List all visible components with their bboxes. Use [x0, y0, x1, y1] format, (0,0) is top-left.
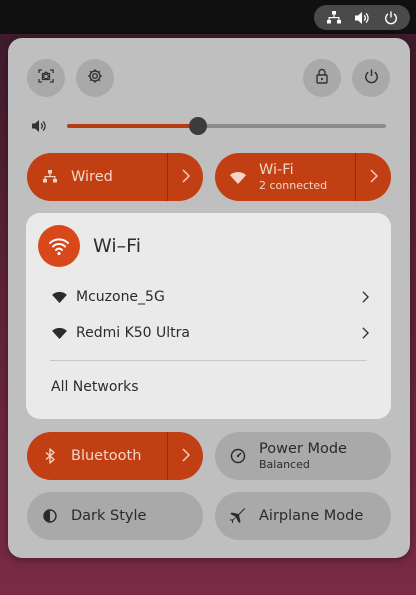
- wifi-submenu: Wi–Fi Mcuzone_5G Redmi K50 Ultra All Net…: [26, 213, 391, 419]
- power-mode-value: Balanced: [259, 457, 310, 471]
- screenshot-icon: [38, 68, 54, 88]
- divider: [50, 360, 367, 361]
- dark-style-toggle-main[interactable]: Dark Style: [27, 492, 203, 540]
- volume-slider[interactable]: [67, 117, 386, 135]
- lock-button[interactable]: [303, 59, 341, 97]
- dark-style-icon: [41, 507, 59, 525]
- settings-button[interactable]: [76, 59, 114, 97]
- dark-style-label: Dark Style: [71, 507, 147, 524]
- wired-menu-arrow[interactable]: [167, 153, 203, 201]
- network-item[interactable]: Redmi K50 Ultra: [38, 318, 379, 348]
- power-mode-label: Power Mode: [259, 440, 347, 457]
- airplane-icon: [229, 507, 247, 525]
- network-name: Redmi K50 Ultra: [76, 325, 190, 341]
- wifi-status: 2 connected: [259, 178, 328, 192]
- network-name: Mcuzone_5G: [76, 289, 165, 305]
- wifi-signal-icon: [52, 289, 68, 305]
- lock-icon: [315, 68, 329, 88]
- bluetooth-menu-arrow[interactable]: [167, 432, 203, 480]
- volume-icon: [353, 9, 371, 27]
- bluetooth-label: Bluetooth: [71, 447, 142, 464]
- power-mode-toggle[interactable]: Power Mode Balanced: [215, 432, 391, 480]
- wifi-label: Wi-Fi: [259, 161, 294, 178]
- top-bar: [0, 0, 416, 34]
- bluetooth-toggle-main[interactable]: Bluetooth: [27, 432, 167, 480]
- volume-slider-row: [32, 115, 392, 137]
- airplane-mode-toggle-main[interactable]: Airplane Mode: [215, 492, 391, 540]
- wifi-signal-icon: [52, 325, 68, 341]
- wired-label: Wired: [71, 168, 113, 185]
- wifi-toggle[interactable]: Wi-Fi 2 connected: [215, 153, 391, 201]
- chevron-right-icon: [357, 325, 373, 341]
- screenshot-button[interactable]: [27, 59, 65, 97]
- power-icon: [382, 9, 400, 27]
- airplane-mode-toggle[interactable]: Airplane Mode: [215, 492, 391, 540]
- chevron-right-icon: [182, 447, 190, 466]
- power-mode-toggle-main[interactable]: Power Mode Balanced: [215, 432, 391, 480]
- wifi-icon: [38, 225, 80, 267]
- wired-toggle-main[interactable]: Wired: [27, 153, 167, 201]
- volume-slider-handle[interactable]: [188, 117, 207, 135]
- wifi-icon: [229, 168, 247, 186]
- bluetooth-icon: [41, 447, 59, 465]
- chevron-right-icon: [370, 168, 378, 187]
- all-networks-link[interactable]: All Networks: [51, 379, 139, 395]
- wired-toggle[interactable]: Wired: [27, 153, 203, 201]
- airplane-mode-label: Airplane Mode: [259, 507, 364, 524]
- chevron-right-icon: [182, 168, 190, 187]
- power-mode-gauge-icon: [229, 447, 247, 465]
- volume-icon: [32, 118, 47, 137]
- bluetooth-toggle[interactable]: Bluetooth: [27, 432, 203, 480]
- system-indicators[interactable]: [314, 5, 410, 30]
- wifi-submenu-title: Wi–Fi: [93, 235, 141, 257]
- volume-slider-fill: [67, 124, 198, 128]
- power-off-button[interactable]: [352, 59, 390, 97]
- network-wired-icon: [41, 168, 59, 186]
- power-off-icon: [364, 69, 379, 88]
- wifi-toggle-main[interactable]: Wi-Fi 2 connected: [215, 153, 355, 201]
- network-item[interactable]: Mcuzone_5G: [38, 282, 379, 312]
- network-wired-icon: [325, 9, 343, 27]
- quick-settings-panel: Wired Wi-Fi 2 connected Wi–Fi Mcuzone_5G…: [8, 38, 410, 558]
- dark-style-toggle[interactable]: Dark Style: [27, 492, 203, 540]
- wifi-submenu-header: Wi–Fi: [38, 225, 141, 267]
- settings-gear-icon: [87, 68, 103, 88]
- wifi-menu-arrow[interactable]: [355, 153, 391, 201]
- chevron-right-icon: [357, 289, 373, 305]
